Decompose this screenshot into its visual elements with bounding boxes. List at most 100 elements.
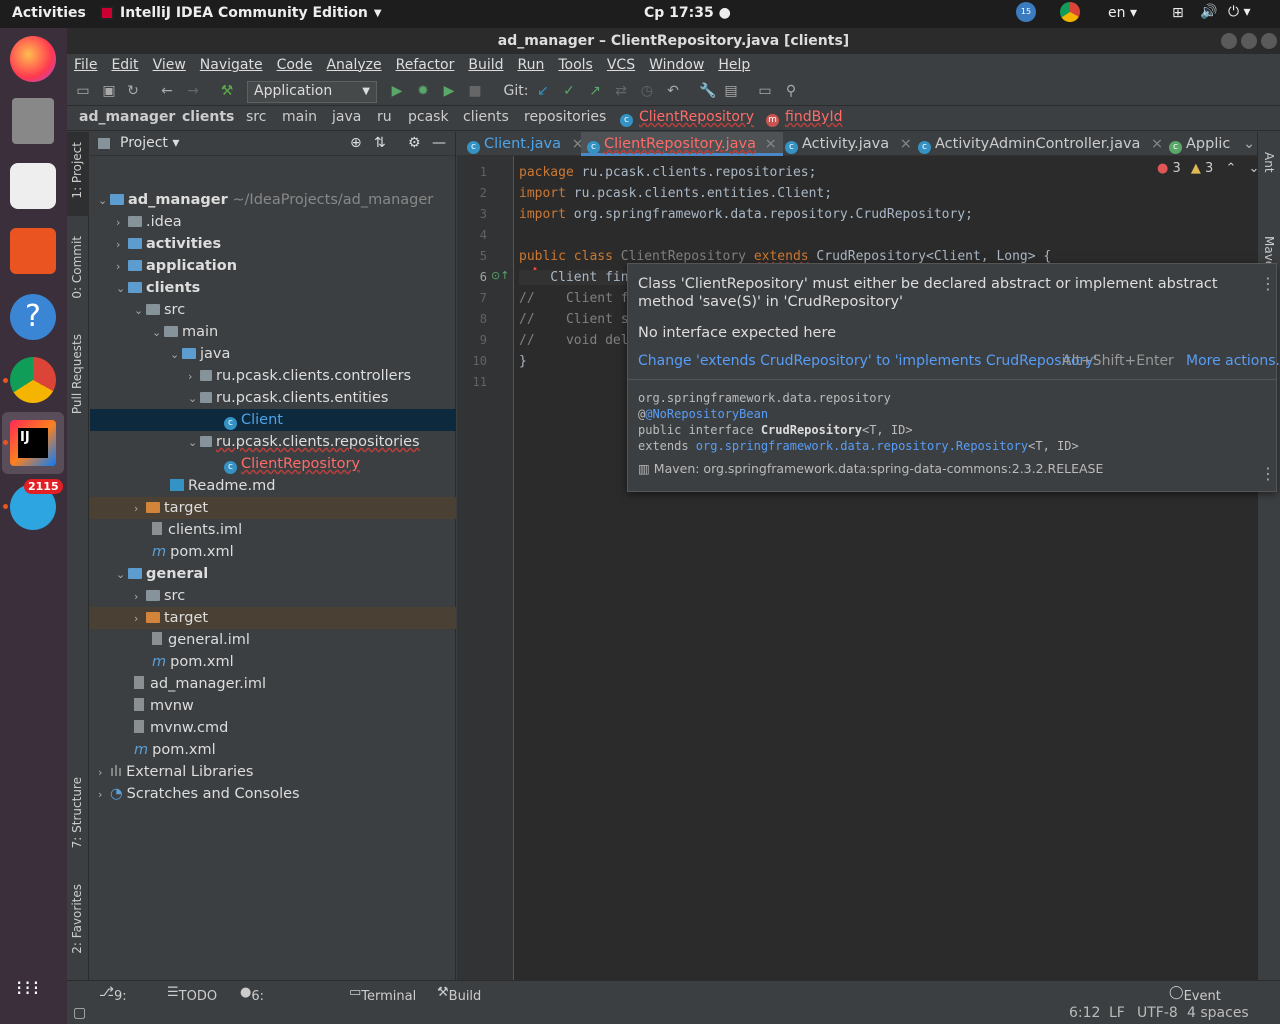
previous-highlight-icon[interactable]: ⌃: [1225, 161, 1236, 176]
git-push-icon[interactable]: ↗: [587, 83, 603, 99]
tree-item-clients[interactable]: ⌄ clients: [90, 277, 456, 299]
intellij-dock-icon[interactable]: IJ: [10, 420, 56, 466]
tab-activity-java[interactable]: c Activity.java ×: [785, 132, 912, 156]
menu-window[interactable]: Window: [642, 54, 711, 78]
tree-item-general-pom[interactable]: m pom.xml: [90, 651, 456, 673]
tree-item-controllers[interactable]: › ru.pcask.clients.controllers: [90, 365, 456, 387]
rhythmbox-icon[interactable]: [10, 163, 56, 209]
menu-refactor[interactable]: Refactor: [389, 54, 462, 78]
menu-navigate[interactable]: Navigate: [193, 54, 270, 78]
code-line-7[interactable]: // Client f: [519, 291, 629, 306]
tool-tab-git[interactable]: ⎇ 9: Git: [99, 985, 133, 1019]
popup-menu-icon[interactable]: ⋮: [1260, 274, 1276, 293]
volume-icon[interactable]: 🔊: [1200, 4, 1217, 20]
save-icon[interactable]: ▣: [101, 83, 117, 99]
tabs-overflow-icon[interactable]: ⌄: [1243, 136, 1255, 152]
tree-item-target[interactable]: › target: [90, 497, 456, 519]
rollback-icon[interactable]: ↶: [665, 83, 681, 99]
indent-setting[interactable]: 4 spaces: [1187, 1005, 1249, 1021]
git-history-icon[interactable]: ◷: [639, 83, 655, 99]
code-line-10[interactable]: }: [519, 354, 527, 369]
annotation-link[interactable]: @NoRepositoryBean: [645, 407, 768, 421]
hide-icon[interactable]: —: [432, 135, 446, 151]
close-icon[interactable]: ×: [1151, 136, 1163, 152]
tab-client-java[interactable]: c Client.java ×: [467, 132, 584, 156]
tool-windows-toggle-icon[interactable]: ▢: [73, 1005, 86, 1021]
crumb-ad-manager[interactable]: ad_manager: [79, 109, 175, 125]
tree-item-idea[interactable]: › .idea: [90, 211, 456, 233]
sync-icon[interactable]: ↻: [125, 83, 141, 99]
collapse-icon[interactable]: ⇅: [374, 135, 386, 151]
menu-vcs[interactable]: VCS: [600, 54, 642, 78]
locate-icon[interactable]: ⊕: [350, 135, 362, 151]
menu-tools[interactable]: Tools: [551, 54, 600, 78]
close-icon[interactable]: ×: [765, 136, 777, 152]
tool-tab-terminal[interactable]: ▭ Terminal: [349, 985, 416, 1004]
minimize-button[interactable]: [1221, 33, 1237, 49]
tree-item-src[interactable]: ⌄ src: [90, 299, 456, 321]
settings-wrench-icon[interactable]: 🔧: [699, 83, 716, 99]
tree-item-root-pom[interactable]: m pom.xml: [90, 739, 456, 761]
tab-client-repository-java[interactable]: c ClientRepository.java ×: [581, 132, 783, 156]
crumb-find-by-id[interactable]: findById: [785, 109, 842, 125]
event-log-button[interactable]: ◯ Event Log: [1169, 985, 1221, 1019]
tree-item-external-libraries[interactable]: › ılı External Libraries: [90, 761, 456, 783]
tab-activity-admin-controller[interactable]: c ActivityAdminController.java ×: [918, 132, 1163, 156]
crumb-client-repository[interactable]: ClientRepository: [639, 109, 754, 125]
tree-item-scratches[interactable]: › ◔ Scratches and Consoles: [90, 783, 456, 805]
crumb-java[interactable]: java: [332, 109, 361, 125]
open-icon[interactable]: ▭: [75, 83, 91, 99]
language-indicator[interactable]: en ▾: [1108, 5, 1137, 21]
tree-item-general-target[interactable]: › target: [90, 607, 456, 629]
show-apps-icon[interactable]: ⁝⁝⁝: [16, 976, 41, 1000]
doc-menu-icon[interactable]: ⋮: [1260, 464, 1276, 483]
code-line-8[interactable]: // Client s: [519, 312, 629, 327]
crumb-src[interactable]: src: [246, 109, 266, 125]
tree-item-ad-manager-iml[interactable]: ad_manager.iml: [90, 673, 456, 695]
tool-tab-ant[interactable]: Ant: [1262, 152, 1276, 173]
tree-item-pom[interactable]: m pom.xml: [90, 541, 456, 563]
coverage-icon[interactable]: ▶: [441, 83, 457, 99]
git-commit-icon[interactable]: ✓: [561, 83, 577, 99]
code-line-3[interactable]: import org.springframework.data.reposito…: [519, 207, 973, 222]
tool-tab-pull-requests[interactable]: Pull Requests: [70, 334, 84, 414]
tree-item-client[interactable]: c Client: [90, 409, 456, 431]
tree-item-main[interactable]: ⌄ main: [90, 321, 456, 343]
code-line-1[interactable]: package ru.pcask.clients.repositories;: [519, 165, 816, 180]
project-structure-icon[interactable]: ▤: [723, 83, 739, 99]
code-line-9[interactable]: // void del: [519, 333, 629, 348]
run-icon[interactable]: ▶: [389, 83, 405, 99]
gear-icon[interactable]: ⚙: [408, 135, 421, 151]
stop-icon[interactable]: ■: [467, 83, 483, 99]
line-separator[interactable]: LF: [1109, 1005, 1125, 1021]
code-line-2[interactable]: import ru.pcask.clients.entities.Client;: [519, 186, 832, 201]
chrome-icon[interactable]: [10, 357, 56, 403]
tree-item-general-iml[interactable]: general.iml: [90, 629, 456, 651]
maximize-button[interactable]: [1241, 33, 1257, 49]
crumb-main[interactable]: main: [282, 109, 317, 125]
tool-tab-build[interactable]: ⚒ Build: [437, 985, 481, 1004]
more-actions-link[interactable]: More actions...: [1186, 353, 1280, 369]
tool-tab-structure[interactable]: 7: Structure: [70, 777, 84, 848]
code-line-6[interactable]: Client fin: [519, 270, 629, 285]
tree-item-readme[interactable]: Readme.md: [90, 475, 456, 497]
tool-tab-todo[interactable]: ☰ TODO: [167, 985, 217, 1004]
crumb-clients-pkg[interactable]: clients: [463, 109, 509, 125]
clock[interactable]: Ср 17:35 ●: [644, 5, 731, 21]
tree-item-clients-iml[interactable]: clients.iml: [90, 519, 456, 541]
help-icon[interactable]: ?: [10, 294, 56, 340]
update-icon[interactable]: 15: [1016, 2, 1036, 22]
firefox-icon[interactable]: [10, 36, 56, 82]
tool-tab-project[interactable]: 1: Project: [70, 142, 84, 199]
crumb-clients[interactable]: clients: [182, 109, 234, 125]
menu-code[interactable]: Code: [270, 54, 320, 78]
forward-icon[interactable]: →: [185, 83, 201, 99]
repository-link[interactable]: org.springframework.data.repository.Repo…: [696, 439, 1028, 453]
project-view-select[interactable]: Project ▾: [120, 135, 179, 151]
close-button[interactable]: [1261, 33, 1277, 49]
tool-tab-favorites[interactable]: 2: Favorites: [70, 884, 84, 954]
tree-item-entities[interactable]: ⌄ ru.pcask.clients.entities: [90, 387, 456, 409]
tree-item-mvnw-cmd[interactable]: mvnw.cmd: [90, 717, 456, 739]
network-icon[interactable]: ⊞: [1172, 5, 1184, 21]
tree-item-repositories[interactable]: ⌄ ru.pcask.clients.repositories: [90, 431, 456, 453]
